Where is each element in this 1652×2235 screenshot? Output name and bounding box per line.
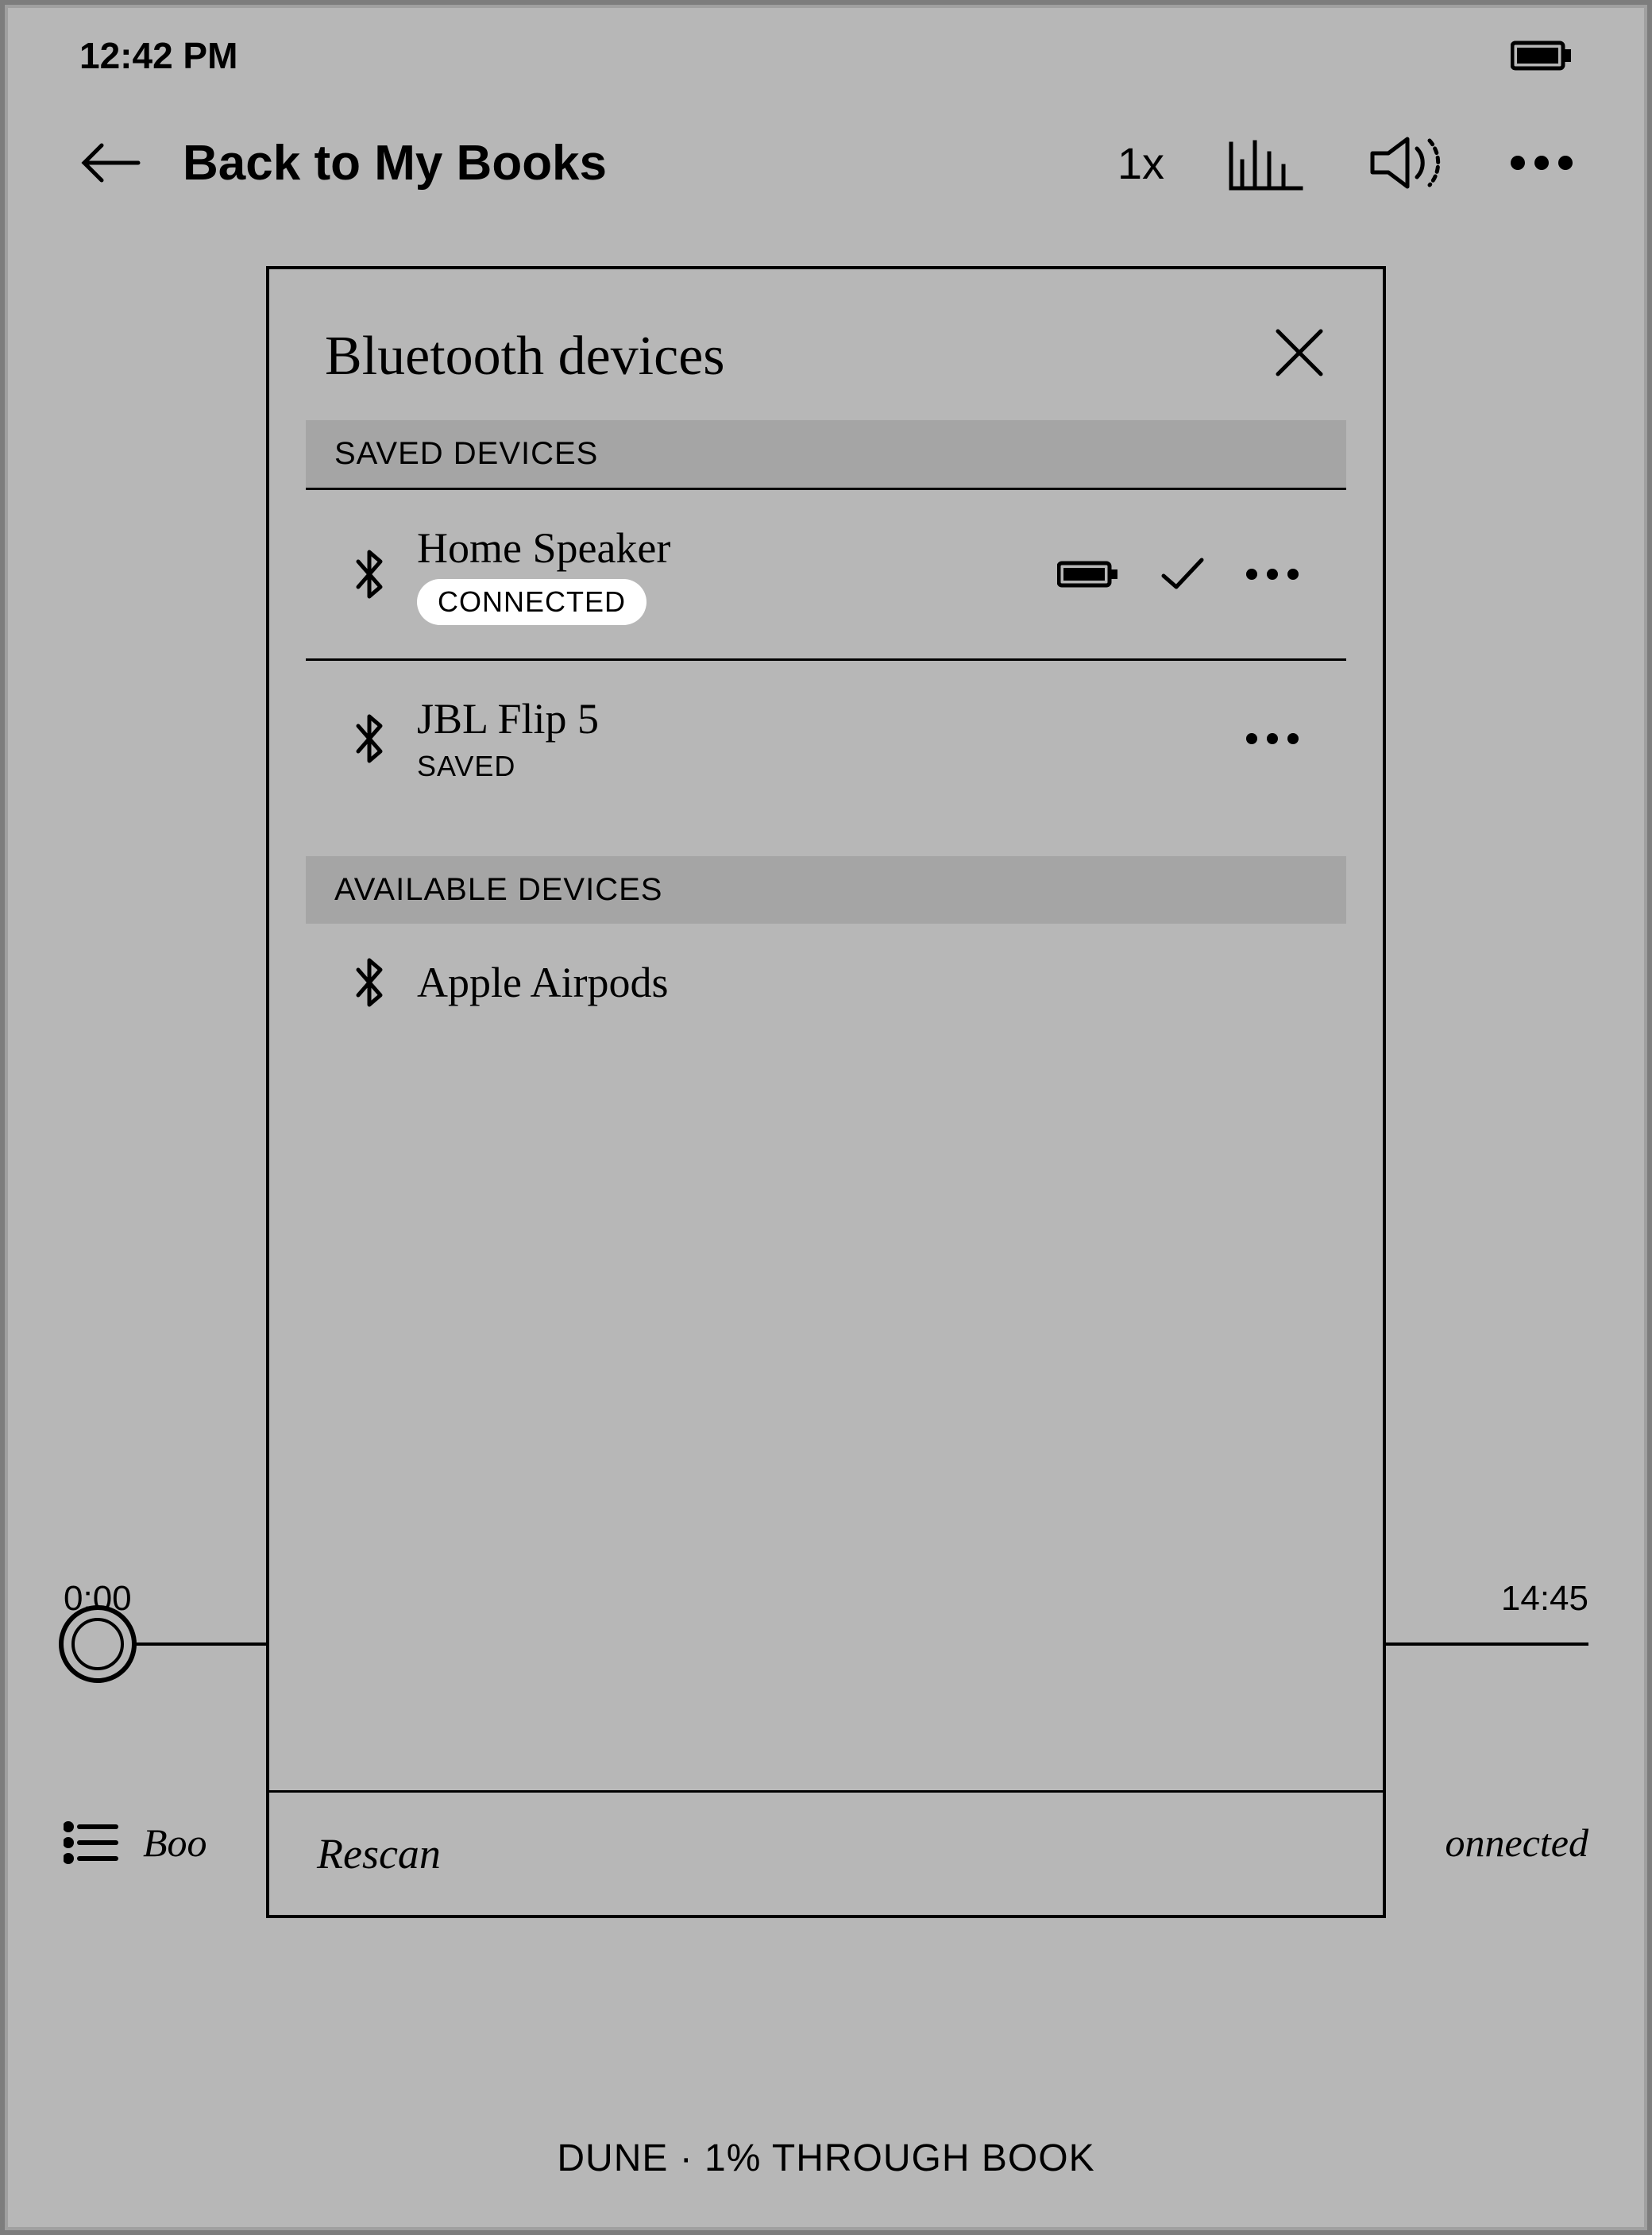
close-icon[interactable] bbox=[1272, 325, 1327, 380]
device-name: Home Speaker bbox=[417, 523, 1025, 573]
list-icon[interactable] bbox=[64, 1819, 119, 1866]
battery-icon bbox=[1511, 40, 1573, 71]
back-button[interactable]: Back to My Books bbox=[79, 135, 1086, 191]
remaining-time: 14:45 bbox=[1501, 1579, 1588, 1619]
scrubber-handle[interactable] bbox=[59, 1605, 137, 1683]
device-battery-icon bbox=[1057, 558, 1119, 590]
device-name: JBL Flip 5 bbox=[417, 694, 1214, 743]
bluetooth-icon bbox=[353, 549, 385, 600]
saved-devices-header: SAVED DEVICES bbox=[306, 420, 1346, 490]
bottom-right-text: onnected bbox=[1446, 1820, 1588, 1866]
device-status-saved: SAVED bbox=[417, 750, 1214, 783]
rescan-button[interactable]: Rescan bbox=[269, 1790, 1383, 1915]
toolbar: Back to My Books 1x bbox=[8, 103, 1644, 222]
bluetooth-modal: Bluetooth devices SAVED DEVICES Home Spe… bbox=[266, 266, 1386, 1918]
bluetooth-icon bbox=[353, 713, 385, 764]
progress-caption: DUNE · 1% THROUGH BOOK bbox=[8, 2137, 1644, 2180]
device-name: Apple Airpods bbox=[417, 958, 1299, 1007]
arrow-left-icon bbox=[79, 139, 143, 187]
back-label: Back to My Books bbox=[183, 135, 607, 191]
bluetooth-icon bbox=[353, 957, 385, 1008]
device-more-icon[interactable] bbox=[1246, 569, 1299, 580]
bottom-left-text: Boo bbox=[143, 1820, 207, 1866]
volume-icon[interactable] bbox=[1368, 134, 1447, 191]
modal-title: Bluetooth devices bbox=[325, 325, 725, 388]
checkmark-icon bbox=[1159, 555, 1206, 593]
equalizer-icon[interactable] bbox=[1228, 134, 1304, 191]
device-row[interactable]: Home Speaker CONNECTED bbox=[306, 490, 1346, 661]
playback-speed-button[interactable]: 1x bbox=[1117, 137, 1164, 189]
status-bar: 12:42 PM bbox=[8, 8, 1644, 103]
more-icon[interactable] bbox=[1511, 156, 1573, 170]
available-devices-header: AVAILABLE DEVICES bbox=[306, 856, 1346, 924]
device-row[interactable]: JBL Flip 5 SAVED bbox=[306, 661, 1346, 816]
status-time: 12:42 PM bbox=[79, 34, 237, 77]
device-more-icon[interactable] bbox=[1246, 733, 1299, 744]
device-status-connected: CONNECTED bbox=[417, 579, 647, 625]
device-row[interactable]: Apple Airpods bbox=[306, 924, 1346, 1041]
